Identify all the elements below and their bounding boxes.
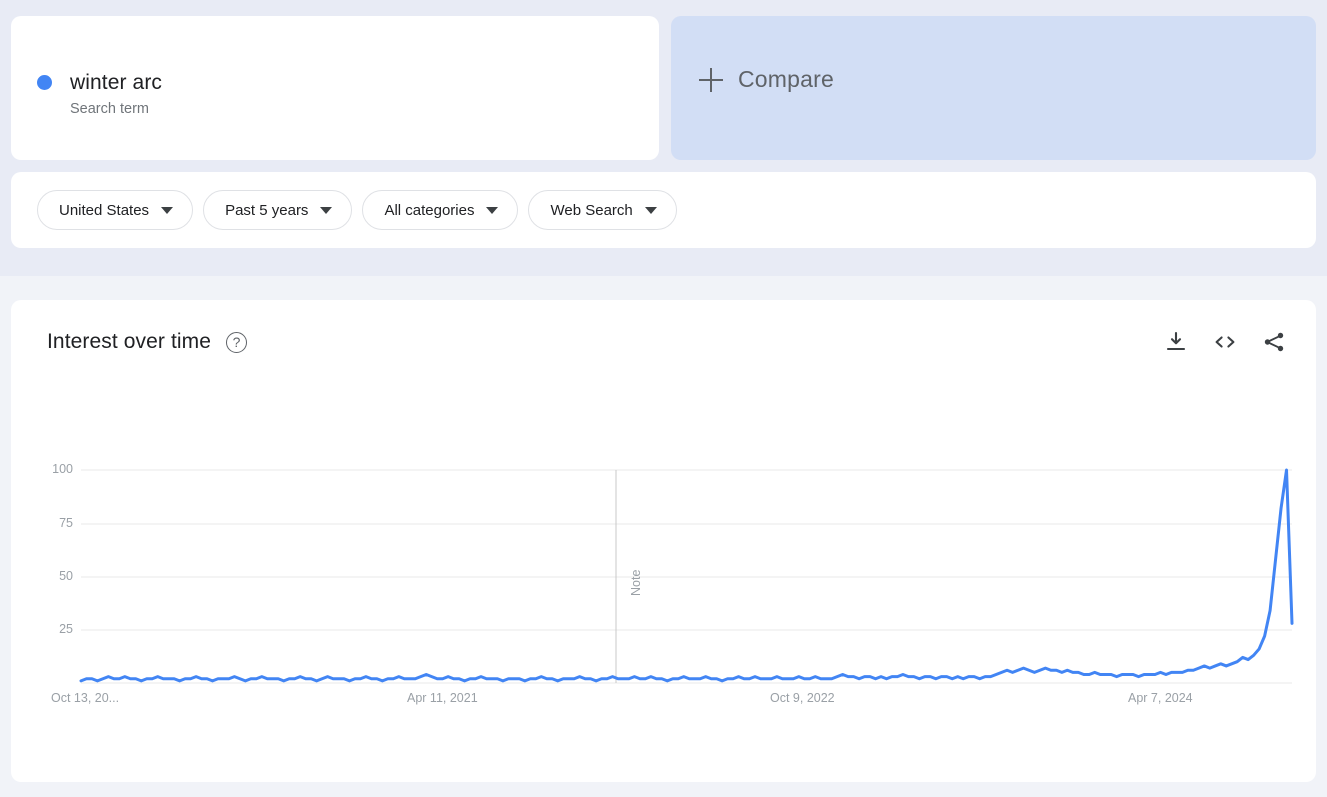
interest-over-time-chart[interactable] xyxy=(11,450,1316,710)
chart-header: Interest over time ? xyxy=(47,330,1286,354)
search-term-type: Search term xyxy=(70,101,149,117)
series-color-dot xyxy=(37,75,52,90)
help-glyph: ? xyxy=(232,333,241,350)
plus-icon xyxy=(699,67,723,92)
chart-plot-area: 100 75 50 25 Note Oct 13, 20... Apr 11, … xyxy=(11,450,1316,710)
google-trends-page: winter arc Search term Compare United St… xyxy=(0,0,1327,797)
compare-label: Compare xyxy=(738,66,834,92)
y-axis-label-100: 100 xyxy=(52,462,73,476)
filter-chip-location[interactable]: United States xyxy=(37,190,194,230)
help-circle-icon[interactable]: ? xyxy=(226,331,248,353)
note-annotation-label[interactable]: Note xyxy=(629,570,643,596)
series-line-winter-arc xyxy=(79,468,1294,683)
chevron-down-icon xyxy=(644,206,657,214)
chart-action-buttons xyxy=(1164,330,1286,354)
filter-chip-time-range[interactable]: Past 5 years xyxy=(203,190,353,230)
y-axis-label-50: 50 xyxy=(59,569,73,583)
add-comparison-button[interactable]: Compare xyxy=(699,66,834,93)
filter-time-range-label: Past 5 years xyxy=(225,201,309,219)
interest-over-time-card: Interest over time ? 100 75 50 25 Note O… xyxy=(11,300,1316,782)
chevron-down-icon xyxy=(320,206,333,214)
share-icon[interactable] xyxy=(1262,330,1286,354)
filter-category-label: All categories xyxy=(384,201,475,219)
x-axis-label-0: Oct 13, 20... xyxy=(51,691,120,705)
filter-bar: United States Past 5 years All categorie… xyxy=(11,172,1316,248)
chart-title-group: Interest over time ? xyxy=(47,330,248,354)
gridlines xyxy=(81,469,1292,684)
download-icon[interactable] xyxy=(1164,330,1188,354)
page-title: Interest over time xyxy=(47,330,212,353)
search-term-row: winter arc Search term Compare xyxy=(11,16,1316,160)
filter-location-label: United States xyxy=(59,201,150,219)
filter-search-type-label: Web Search xyxy=(550,201,633,219)
compare-panel[interactable]: Compare xyxy=(671,16,1316,160)
search-term-card[interactable]: winter arc Search term xyxy=(11,16,659,160)
x-axis-label-3: Apr 7, 2024 xyxy=(1128,691,1193,705)
search-term-content: winter arc Search term xyxy=(37,68,162,120)
chevron-down-icon xyxy=(161,206,174,214)
filter-chip-search-type[interactable]: Web Search xyxy=(528,190,677,230)
y-axis-label-75: 75 xyxy=(59,516,73,530)
embed-code-icon[interactable] xyxy=(1212,330,1238,354)
search-term-text: winter arc Search term xyxy=(70,68,162,120)
y-axis-label-25: 25 xyxy=(59,622,73,636)
search-term-name: winter arc xyxy=(70,71,163,94)
x-axis-label-1: Apr 11, 2021 xyxy=(407,691,478,705)
chevron-down-icon xyxy=(486,206,499,214)
filter-chip-category[interactable]: All categories xyxy=(362,190,519,230)
x-axis-label-2: Oct 9, 2022 xyxy=(770,691,835,705)
